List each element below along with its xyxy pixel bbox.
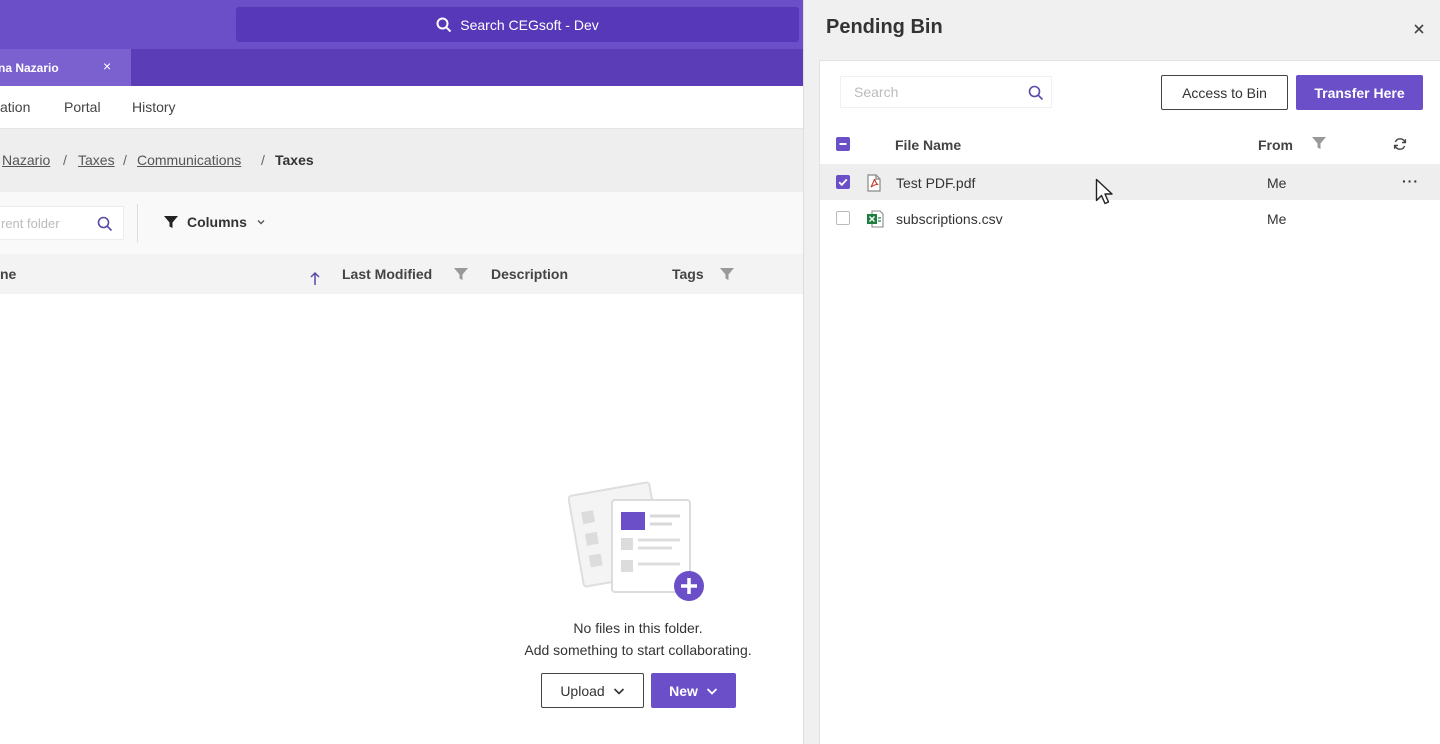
empty-folder-illustration [568, 481, 704, 601]
global-search-button[interactable]: Search CEGsoft - Dev [236, 7, 799, 42]
column-header-tags[interactable]: Tags [672, 266, 704, 282]
row-checkbox[interactable] [836, 211, 850, 225]
filter-icon[interactable] [454, 267, 468, 281]
folder-toolbar: rent folder Columns [0, 192, 803, 254]
empty-state-title: No files in this folder. [573, 620, 703, 636]
bin-table-header: File Name From [820, 127, 1440, 163]
new-button[interactable]: New [651, 673, 736, 708]
global-search-label: Search CEGsoft - Dev [460, 16, 599, 33]
breadcrumb-separator: / [261, 152, 265, 168]
pdf-file-icon [867, 174, 881, 192]
chevron-down-icon [613, 687, 624, 695]
empty-state-subtitle: Add something to start collaborating. [524, 642, 752, 658]
file-from: Me [1267, 175, 1287, 191]
access-to-bin-button[interactable]: Access to Bin [1161, 75, 1288, 110]
breadcrumb-communications[interactable]: Communications [137, 152, 241, 168]
breadcrumb-client[interactable]: Nazario [2, 152, 50, 168]
column-header-from[interactable]: From [1258, 137, 1293, 153]
search-icon [436, 17, 452, 32]
subnav-item-history[interactable]: History [132, 99, 176, 115]
file-from: Me [1267, 211, 1287, 227]
bin-search-input[interactable] [841, 77, 1021, 107]
main-app: Search CEGsoft - Dev na Nazario × ation … [0, 0, 803, 744]
column-header-file-name[interactable]: File Name [895, 137, 961, 153]
tab-close-icon[interactable]: × [103, 58, 111, 74]
filter-icon[interactable] [720, 267, 734, 281]
column-header-name[interactable]: ne [0, 266, 16, 282]
filter-icon[interactable] [1312, 136, 1326, 150]
top-bar: Search CEGsoft - Dev [0, 0, 803, 49]
chevron-down-icon [706, 687, 718, 695]
subnav-item-portal[interactable]: Portal [64, 99, 101, 115]
columns-button[interactable]: Columns [164, 214, 266, 230]
filter-icon [164, 216, 178, 228]
drawer-title: Pending Bin [826, 16, 943, 38]
refresh-icon[interactable] [1393, 137, 1407, 151]
file-row[interactable]: Test PDF.pdf Me ··· [820, 164, 1440, 200]
search-icon[interactable] [97, 216, 113, 232]
breadcrumb-separator: / [123, 152, 127, 168]
column-header-last-modified[interactable]: Last Modified [342, 266, 432, 282]
upload-button[interactable]: Upload [541, 673, 644, 708]
breadcrumb: Nazario / Taxes / Communications / Taxes [0, 129, 803, 192]
tab-client[interactable]: na Nazario × [0, 49, 131, 86]
file-name[interactable]: Test PDF.pdf [896, 175, 975, 191]
transfer-here-button[interactable]: Transfer Here [1296, 75, 1423, 110]
tab-bar: na Nazario × [0, 49, 803, 86]
sub-nav: ation Portal History [0, 86, 803, 129]
file-row[interactable]: subscriptions.csv Me [820, 200, 1440, 236]
pending-bin-drawer: Pending Bin Access to Bin Transfer Here … [803, 0, 1440, 744]
search-icon[interactable] [1028, 85, 1044, 101]
sort-ascending-icon[interactable] [309, 271, 321, 286]
columns-label: Columns [187, 214, 247, 230]
new-label: New [669, 682, 698, 699]
select-all-checkbox[interactable] [836, 137, 850, 151]
excel-file-icon [867, 210, 884, 228]
folder-search-placeholder: rent folder [1, 216, 60, 231]
file-name[interactable]: subscriptions.csv [896, 211, 1003, 227]
table-header: ne Last Modified Description Tags [0, 254, 803, 294]
folder-search-input[interactable]: rent folder [0, 206, 124, 240]
mouse-cursor-icon [1095, 178, 1113, 205]
breadcrumb-separator: / [63, 152, 67, 168]
chevron-down-icon [257, 220, 265, 225]
close-icon[interactable] [1410, 20, 1428, 38]
bin-search [840, 76, 1052, 108]
pending-bin-panel: Access to Bin Transfer Here File Name Fr… [819, 60, 1440, 744]
toolbar-divider [137, 204, 138, 242]
upload-label: Upload [560, 682, 605, 699]
column-header-description[interactable]: Description [491, 266, 568, 282]
breadcrumb-current: Taxes [275, 152, 314, 168]
row-checkbox[interactable] [836, 175, 850, 189]
breadcrumb-taxes[interactable]: Taxes [78, 152, 115, 168]
subnav-item-information[interactable]: ation [0, 99, 30, 115]
more-options-icon[interactable]: ··· [1402, 173, 1419, 189]
tab-client-label: na Nazario [0, 61, 59, 75]
